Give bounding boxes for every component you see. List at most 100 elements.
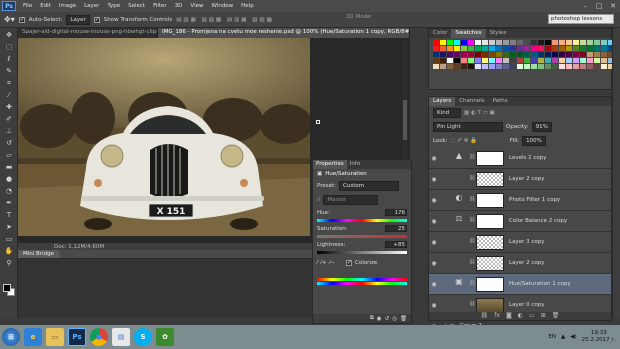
minimize-button[interactable]: – bbox=[578, 0, 592, 12]
menu-file[interactable]: File bbox=[19, 3, 36, 9]
tab-styles[interactable]: Styles bbox=[486, 29, 511, 38]
swatch[interactable] bbox=[531, 64, 537, 69]
show-transform-checkbox[interactable] bbox=[93, 16, 100, 23]
swatch[interactable] bbox=[475, 52, 481, 57]
swatch[interactable] bbox=[517, 40, 523, 45]
visibility-icon[interactable]: ◎ bbox=[392, 316, 397, 322]
start-button[interactable]: ⊞ bbox=[2, 328, 20, 346]
swatch[interactable] bbox=[447, 52, 453, 57]
swatch[interactable] bbox=[447, 46, 453, 51]
brush-icon[interactable]: ✐ bbox=[3, 114, 15, 124]
swatch[interactable] bbox=[531, 40, 537, 45]
menu-layer[interactable]: Layer bbox=[80, 3, 103, 9]
swatch[interactable] bbox=[580, 40, 586, 45]
mini-bridge-tab[interactable]: Mini Bridge bbox=[18, 250, 59, 258]
swatch[interactable] bbox=[503, 46, 509, 51]
ie-icon[interactable]: e bbox=[24, 328, 42, 346]
lightness-slider[interactable] bbox=[317, 251, 407, 254]
channel-dropdown[interactable]: Master bbox=[323, 195, 379, 205]
canvas-image[interactable]: X 151 bbox=[18, 38, 310, 236]
tab-paths[interactable]: Paths bbox=[489, 97, 512, 106]
mask-link-icon[interactable]: ⛓ bbox=[469, 175, 475, 183]
swatch[interactable] bbox=[454, 58, 460, 63]
dodge-icon[interactable]: ◔ bbox=[3, 186, 15, 196]
swatch[interactable] bbox=[552, 40, 558, 45]
swatch[interactable] bbox=[510, 58, 516, 63]
swatch[interactable] bbox=[538, 52, 544, 57]
swatch[interactable] bbox=[524, 40, 530, 45]
mask-icon[interactable]: ◙ bbox=[506, 312, 512, 320]
swatch[interactable] bbox=[503, 58, 509, 63]
swatch[interactable] bbox=[461, 64, 467, 69]
mask-link-icon[interactable]: ⛓ bbox=[469, 196, 475, 204]
swatch[interactable] bbox=[601, 40, 607, 45]
eyedropper-icon[interactable]: ⁄ bbox=[3, 90, 15, 100]
swatch[interactable] bbox=[552, 64, 558, 69]
lightness-value[interactable]: +85 bbox=[385, 241, 407, 248]
swatch[interactable] bbox=[538, 58, 544, 63]
hand-adjust-icon[interactable]: ☝ bbox=[317, 197, 320, 203]
hand-icon[interactable]: ✋ bbox=[3, 246, 15, 256]
layer-row[interactable]: ◉ ⛓ Layer 3 copy bbox=[429, 232, 611, 253]
swatch[interactable] bbox=[517, 52, 523, 57]
swatch-grid[interactable] bbox=[429, 38, 614, 71]
zoom-icon[interactable]: ⚲ bbox=[3, 258, 15, 268]
swatch[interactable] bbox=[545, 58, 551, 63]
swatch[interactable] bbox=[580, 64, 586, 69]
swatch[interactable] bbox=[587, 40, 593, 45]
swatch[interactable] bbox=[580, 52, 586, 57]
shape-icon[interactable]: ▭ bbox=[3, 234, 15, 244]
pen-icon[interactable]: ✒ bbox=[3, 198, 15, 208]
swatch[interactable] bbox=[517, 46, 523, 51]
swatch[interactable] bbox=[587, 46, 593, 51]
healing-icon[interactable]: ✚ bbox=[3, 102, 15, 112]
swatch[interactable] bbox=[475, 58, 481, 63]
clip-icon[interactable]: ⧉ bbox=[370, 315, 374, 322]
swatch[interactable] bbox=[587, 58, 593, 63]
visibility-eye-icon[interactable]: ◉ bbox=[429, 302, 439, 309]
swatch[interactable] bbox=[531, 58, 537, 63]
swatch[interactable] bbox=[440, 52, 446, 57]
mask-link-icon[interactable]: ⛓ bbox=[469, 238, 475, 246]
swatch[interactable] bbox=[573, 64, 579, 69]
visibility-eye-icon[interactable]: ◉ bbox=[429, 218, 439, 225]
swatch[interactable] bbox=[447, 64, 453, 69]
layer-row[interactable]: ◉ ◐ ⛓ Photo Filter 1 copy bbox=[429, 190, 611, 211]
swatch[interactable] bbox=[482, 52, 488, 57]
visibility-eye-icon[interactable]: ◉ bbox=[429, 197, 439, 204]
menu-type[interactable]: Type bbox=[103, 3, 124, 9]
close-button[interactable]: ✕ bbox=[606, 0, 620, 12]
blur-icon[interactable]: ● bbox=[3, 174, 15, 184]
chrome-icon[interactable]: ● bbox=[90, 328, 108, 346]
layer-row[interactable]: ◉ ⚖ ⛓ Color Balance 2 copy bbox=[429, 211, 611, 232]
swatch[interactable] bbox=[489, 64, 495, 69]
menu-3d[interactable]: 3D bbox=[171, 3, 187, 9]
swatch[interactable] bbox=[510, 64, 516, 69]
swatch[interactable] bbox=[496, 46, 502, 51]
swatch[interactable] bbox=[566, 40, 572, 45]
menu-window[interactable]: Window bbox=[207, 3, 237, 9]
gradient-icon[interactable]: ▬ bbox=[3, 162, 15, 172]
app-icon[interactable]: ✿ bbox=[156, 328, 174, 346]
swatch[interactable] bbox=[447, 40, 453, 45]
marquee-icon[interactable]: ⬚ bbox=[3, 42, 15, 52]
path-select-icon[interactable]: ➤ bbox=[3, 222, 15, 232]
swatch[interactable] bbox=[454, 40, 460, 45]
swatch[interactable] bbox=[503, 64, 509, 69]
swatch[interactable] bbox=[594, 58, 600, 63]
tab-channels[interactable]: Channels bbox=[455, 97, 488, 106]
visibility-eye-icon[interactable]: ◉ bbox=[429, 260, 439, 267]
menu-view[interactable]: View bbox=[186, 3, 207, 9]
blend-mode-dropdown[interactable]: Pin Light bbox=[433, 122, 503, 132]
visibility-eye-icon[interactable]: ◉ bbox=[429, 239, 439, 246]
view-previous-icon[interactable]: ◉ bbox=[377, 316, 382, 322]
swatch[interactable] bbox=[482, 64, 488, 69]
swatch[interactable] bbox=[594, 52, 600, 57]
visibility-eye-icon[interactable]: ◉ bbox=[429, 176, 439, 183]
type-icon[interactable]: T bbox=[3, 210, 15, 220]
mask-link-icon[interactable]: ⛓ bbox=[469, 154, 475, 162]
swatch[interactable] bbox=[482, 46, 488, 51]
trash-icon[interactable]: 🗑 bbox=[400, 316, 407, 322]
network-icon[interactable]: ▲ bbox=[561, 334, 565, 340]
layer-filter-dropdown[interactable]: Kind bbox=[433, 108, 461, 118]
